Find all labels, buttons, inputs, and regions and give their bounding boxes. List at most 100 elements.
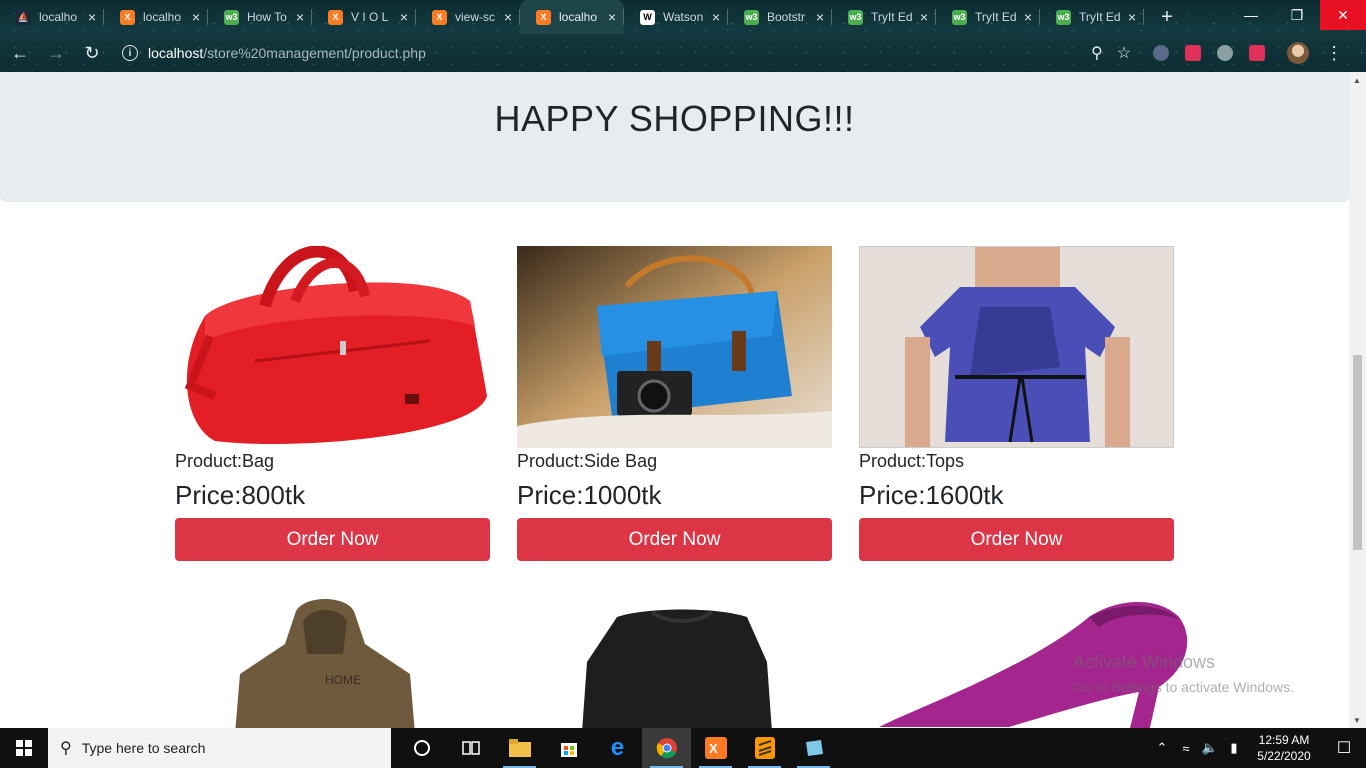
start-button[interactable] xyxy=(0,728,48,768)
bookmark-star-icon[interactable]: ☆ xyxy=(1117,43,1131,63)
taskbar-clock[interactable]: 12:59 AM 5/22/2020 xyxy=(1246,732,1322,764)
svg-text:HOME: HOME xyxy=(325,673,361,687)
tab-title: Watson xyxy=(663,10,704,24)
store-icon[interactable] xyxy=(544,728,593,768)
scroll-up-icon[interactable]: ▲ xyxy=(1353,76,1361,85)
search-icon: ⚲ xyxy=(60,740,72,757)
extension-bike-icon[interactable] xyxy=(1217,45,1234,61)
order-now-button[interactable]: Order Now xyxy=(517,518,832,561)
tab-9[interactable]: w3 TryIt Ed × xyxy=(832,0,936,34)
scrollbar-thumb[interactable] xyxy=(1353,355,1362,550)
tab-1[interactable]: ⛵ localho × xyxy=(0,0,104,34)
taskbar-apps: e X xyxy=(397,728,838,768)
tab-title: TryIt Ed xyxy=(871,10,913,24)
product-image-side-bag xyxy=(517,246,832,448)
product-image-heels xyxy=(859,597,1188,728)
tab-7[interactable]: W Watson × xyxy=(624,0,728,34)
browser-chrome: ⛵ localho × Xlocalho × w3 How To × X V I O L × Xvie… xyxy=(0,0,1366,72)
tab-2[interactable]: Xlocalho × xyxy=(104,0,208,34)
tab-8[interactable]: w3 Bootstr × xyxy=(728,0,832,34)
address-bar[interactable]: i localhost/store%20management/product.p… xyxy=(116,38,1161,68)
tab-title: localho xyxy=(39,10,78,24)
close-tab-icon[interactable]: × xyxy=(712,9,720,25)
product-price: Price:1600tk xyxy=(859,480,1004,510)
close-tab-icon[interactable]: × xyxy=(88,9,96,25)
action-center-icon[interactable]: ☐ xyxy=(1322,738,1366,758)
product-name: Product:Bag xyxy=(175,451,275,471)
taskbar-search-box[interactable]: ⚲ Type here to search xyxy=(48,728,391,768)
tab-11[interactable]: w3 TryIt Ed × xyxy=(1040,0,1144,34)
notepad-icon[interactable] xyxy=(789,728,838,768)
w3-icon: w3 xyxy=(1056,9,1071,25)
forward-button[interactable]: → xyxy=(40,37,72,69)
page-viewport: HAPPY SHOPPING!!! Product:Bag Price:800t… xyxy=(0,72,1349,728)
product-image-sweater xyxy=(517,602,832,728)
zoom-icon[interactable]: ⚲ xyxy=(1091,43,1103,63)
close-tab-icon[interactable]: × xyxy=(400,9,408,25)
new-tab-button[interactable]: + xyxy=(1154,6,1180,29)
product-price: Price:800tk xyxy=(175,480,306,510)
window-controls: — ❐ ✕ xyxy=(1228,0,1366,30)
volume-icon[interactable]: 🔈 xyxy=(1198,740,1222,756)
close-window-button[interactable]: ✕ xyxy=(1320,0,1366,30)
tab-strip: ⛵ localho × Xlocalho × w3 How To × X V I O L × Xvie… xyxy=(0,0,1366,34)
task-view-icon[interactable] xyxy=(446,728,495,768)
windows-taskbar: ⚲ Type here to search e X ⌃ ≈ 🔈 ▮ 12:59 … xyxy=(0,728,1366,768)
site-info-icon[interactable]: i xyxy=(122,45,138,61)
xampp-icon: X xyxy=(536,9,551,25)
close-tab-icon[interactable]: × xyxy=(816,9,824,25)
page-title: HAPPY SHOPPING!!! xyxy=(494,98,855,139)
close-tab-icon[interactable]: × xyxy=(504,9,512,25)
cortana-icon[interactable] xyxy=(397,728,446,768)
show-hidden-icons-icon[interactable]: ⌃ xyxy=(1150,740,1174,756)
order-now-button[interactable]: Order Now xyxy=(859,518,1174,561)
battery-icon[interactable]: ▮ xyxy=(1222,740,1246,756)
sublime-text-icon[interactable] xyxy=(740,728,789,768)
tab-6[interactable]: Xlocalho × xyxy=(520,0,624,34)
product-price: Price:1000tk xyxy=(517,480,662,510)
network-icon[interactable]: ≈ xyxy=(1174,741,1198,756)
reload-button[interactable]: ↻ xyxy=(76,37,108,69)
order-now-button[interactable]: Order Now xyxy=(175,518,490,561)
extension-cursor-icon[interactable] xyxy=(1153,45,1170,61)
product-card-side-bag: Product:Side Bag Price:1000tk Order Now xyxy=(517,246,832,561)
product-image-tops xyxy=(859,246,1174,448)
tab-title: localho xyxy=(559,10,598,24)
xampp-icon: X xyxy=(328,9,343,25)
tab-4[interactable]: X V I O L × xyxy=(312,0,416,34)
clock-date: 5/22/2020 xyxy=(1257,749,1311,763)
tab-10[interactable]: w3 TryIt Ed × xyxy=(936,0,1040,34)
close-tab-icon[interactable]: × xyxy=(296,9,304,25)
browser-menu-icon[interactable]: ⋮ xyxy=(1325,43,1343,64)
extension-red-icon[interactable] xyxy=(1185,45,1202,61)
profile-avatar[interactable] xyxy=(1287,42,1310,64)
close-tab-icon[interactable]: × xyxy=(1024,9,1032,25)
jumbotron: HAPPY SHOPPING!!! xyxy=(0,72,1349,202)
url-path: /store%20management/product.php xyxy=(203,45,426,61)
restore-button[interactable]: ❐ xyxy=(1274,0,1320,30)
file-explorer-icon[interactable] xyxy=(495,728,544,768)
edge-icon[interactable]: e xyxy=(593,728,642,768)
tab-5[interactable]: Xview-sc × xyxy=(416,0,520,34)
minimize-button[interactable]: — xyxy=(1228,0,1274,30)
xampp-icon[interactable]: X xyxy=(691,728,740,768)
extension-play-icon[interactable] xyxy=(1249,45,1266,61)
close-tab-icon[interactable]: × xyxy=(920,9,928,25)
scroll-down-icon[interactable]: ▼ xyxy=(1353,716,1361,725)
extensions xyxy=(1153,45,1266,61)
tab-title: localho xyxy=(143,10,182,24)
page-scrollbar[interactable]: ▲ ▼ xyxy=(1349,72,1366,728)
svg-text:X: X xyxy=(709,741,718,756)
back-button[interactable]: ← xyxy=(4,37,36,69)
close-tab-icon[interactable]: × xyxy=(1128,9,1136,25)
close-tab-icon[interactable]: × xyxy=(608,9,616,25)
tab-title: TryIt Ed xyxy=(1079,10,1121,24)
product-card-tops: Product:Tops Price:1600tk Order Now xyxy=(859,246,1174,561)
close-tab-icon[interactable]: × xyxy=(192,9,200,25)
wikipedia-icon: W xyxy=(640,9,655,25)
product-name: Product:Side Bag xyxy=(517,451,658,471)
clock-time: 12:59 AM xyxy=(1258,733,1310,747)
tab-3[interactable]: w3 How To × xyxy=(208,0,312,34)
tab-title: V I O L xyxy=(351,10,389,24)
chrome-icon[interactable] xyxy=(642,728,691,768)
